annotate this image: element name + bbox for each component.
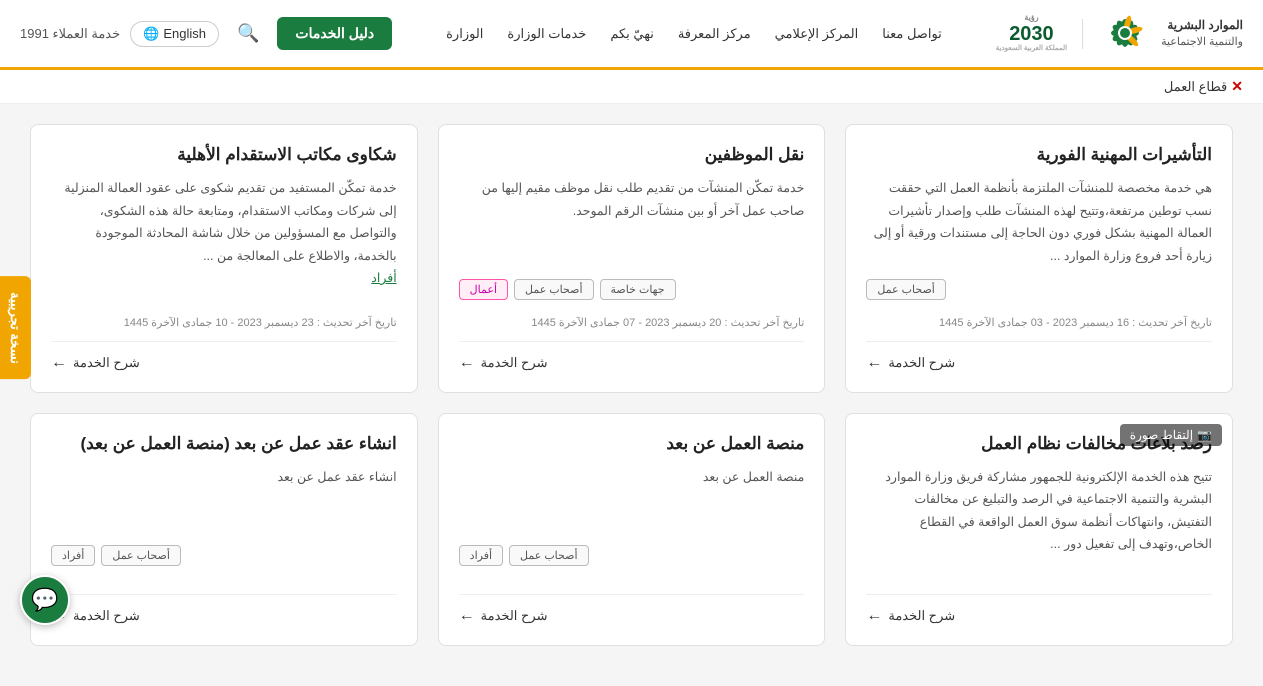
camera-icon: 📷 — [1197, 428, 1212, 442]
card-desc-1: هي خدمة مخصصة للمنشآت الملتزمة بأنظمة ال… — [866, 177, 1212, 269]
cards-grid: التأشيرات المهنية الفورية هي خدمة مخصصة … — [30, 124, 1233, 646]
card-complaints: شكاوى مكاتب الاستقدام الأهلية خدمة تمكّن… — [30, 124, 418, 393]
header-right: الموارد البشرية والتنمية الاجتماعية — [996, 6, 1243, 61]
tag-employers-5: أصحاب عمل — [509, 545, 589, 566]
chat-icon: 💬 — [31, 587, 58, 613]
tag-individuals-5: أفراد — [459, 545, 503, 566]
ministry-logo: الموارد البشرية والتنمية الاجتماعية — [1098, 6, 1243, 61]
nav-item-services[interactable]: خدمات الوزارة — [495, 26, 598, 42]
read-more-link-3[interactable]: أفراد — [371, 271, 396, 285]
tag-employers-2: أصحاب عمل — [514, 279, 594, 300]
card-link-3[interactable]: شرح الخدمة ← — [51, 341, 397, 372]
arrow-icon-3: ← — [51, 354, 67, 372]
card-date-3: تاريخ آخر تحديث : 23 ديسمبر 2023 - 10 جم… — [51, 316, 397, 329]
card-employee-transfer: نقل الموظفين خدمة تمكّن المنشآت من تقديم… — [438, 124, 826, 393]
card-instant-visas: التأشيرات المهنية الفورية هي خدمة مخصصة … — [845, 124, 1233, 393]
card-desc-5: منصة العمل عن بعد — [459, 466, 805, 535]
close-icon[interactable]: ✕ — [1231, 78, 1243, 95]
card-link-4[interactable]: شرح الخدمة ← — [866, 594, 1212, 625]
arrow-icon-2: ← — [459, 354, 475, 372]
main-header: الموارد البشرية والتنمية الاجتماعية — [0, 0, 1263, 70]
side-tab-beta[interactable]: نسخة تجريبية — [0, 276, 31, 380]
card-link-6[interactable]: شرح الخدمة ← — [51, 594, 397, 625]
main-nav: الوزارة خدمات الوزارة نهيّ بكم مركز المع… — [434, 26, 954, 42]
card-desc-2: خدمة تمكّن المنشآت من تقديم طلب نقل موظف… — [459, 177, 805, 269]
card-link-5[interactable]: شرح الخدمة ← — [459, 594, 805, 625]
card-remote-platform: منصة العمل عن بعد منصة العمل عن بعد أصحا… — [438, 413, 826, 646]
card-title-3: شكاوى مكاتب الاستقدام الأهلية — [51, 145, 397, 165]
tag-individuals-6: أفراد — [51, 545, 95, 566]
vision-logo: رؤية 2030 المملكة العربية السعودية — [996, 14, 1067, 52]
card-date-2: تاريخ آخر تحديث : 20 ديسمبر 2023 - 07 جم… — [459, 316, 805, 329]
nav-item-contact[interactable]: تواصل معنا — [870, 26, 954, 42]
arrow-icon-1: ← — [866, 354, 882, 372]
card-tags-6: أصحاب عمل أفراد — [51, 545, 397, 566]
main-content: التأشيرات المهنية الفورية هي خدمة مخصصة … — [0, 104, 1263, 686]
card-link-1[interactable]: شرح الخدمة ← — [866, 341, 1212, 372]
card-title-2: نقل الموظفين — [459, 145, 805, 165]
card-title-5: منصة العمل عن بعد — [459, 434, 805, 454]
nav-item-media[interactable]: المركز الإعلامي — [763, 26, 871, 42]
card-link-2[interactable]: شرح الخدمة ← — [459, 341, 805, 372]
card-title-6: انشاء عقد عمل عن بعد (منصة العمل عن بعد) — [51, 434, 397, 454]
card-tags-5: أصحاب عمل أفراد — [459, 545, 805, 566]
card-title-1: التأشيرات المهنية الفورية — [866, 145, 1212, 165]
ministry-name: الموارد البشرية والتنمية الاجتماعية — [1161, 16, 1243, 51]
card-desc-4: تتيح هذه الخدمة الإلكترونية للجمهور مشار… — [866, 466, 1212, 556]
screenshot-overlay[interactable]: 📷 إلتقاط صورة — [1120, 424, 1222, 446]
header-left: دليل الخدمات 🔍 English 🌐 خدمة العملاء 19… — [20, 17, 392, 50]
divider — [1082, 19, 1083, 49]
arrow-icon-4: ← — [866, 607, 882, 625]
card-tags-2: جهات خاصة أصحاب عمل أعمال — [459, 279, 805, 300]
services-guide-button[interactable]: دليل الخدمات — [277, 17, 392, 50]
nav-item-knowledge[interactable]: مركز المعرفة — [666, 26, 763, 42]
card-tags-1: أصحاب عمل — [866, 279, 1212, 300]
tag-employers: أصحاب عمل — [866, 279, 946, 300]
sector-filter[interactable]: ✕ قطاع العمل — [1164, 78, 1243, 95]
globe-icon: 🌐 — [143, 26, 159, 42]
nav-item-nahy[interactable]: نهيّ بكم — [598, 26, 666, 42]
card-remote-contract: انشاء عقد عمل عن بعد (منصة العمل عن بعد)… — [30, 413, 418, 646]
tag-employers-6: أصحاب عمل — [101, 545, 181, 566]
tag-special: جهات خاصة — [600, 279, 676, 300]
arrow-icon-5: ← — [459, 607, 475, 625]
card-desc-6: انشاء عقد عمل عن بعد — [51, 466, 397, 535]
ministry-star-icon — [1098, 6, 1153, 61]
card-desc-3: خدمة تمكّن المستفيد من تقديم شكوى على عق… — [51, 177, 397, 290]
card-violations: 📷 إلتقاط صورة رصد بلاغات مخالفات نظام ال… — [845, 413, 1233, 646]
language-button[interactable]: English 🌐 — [130, 21, 219, 47]
nav-item-ministry[interactable]: الوزارة — [434, 26, 495, 42]
search-icon[interactable]: 🔍 — [237, 23, 259, 44]
chat-button[interactable]: 💬 — [20, 575, 70, 625]
customer-service-number: خدمة العملاء 1991 — [20, 26, 120, 42]
sub-header: ✕ قطاع العمل — [0, 70, 1263, 104]
card-date-1: تاريخ آخر تحديث : 16 ديسمبر 2023 - 03 جم… — [866, 316, 1212, 329]
tag-business: أعمال — [459, 279, 508, 300]
nav-list: الوزارة خدمات الوزارة نهيّ بكم مركز المع… — [434, 26, 954, 42]
